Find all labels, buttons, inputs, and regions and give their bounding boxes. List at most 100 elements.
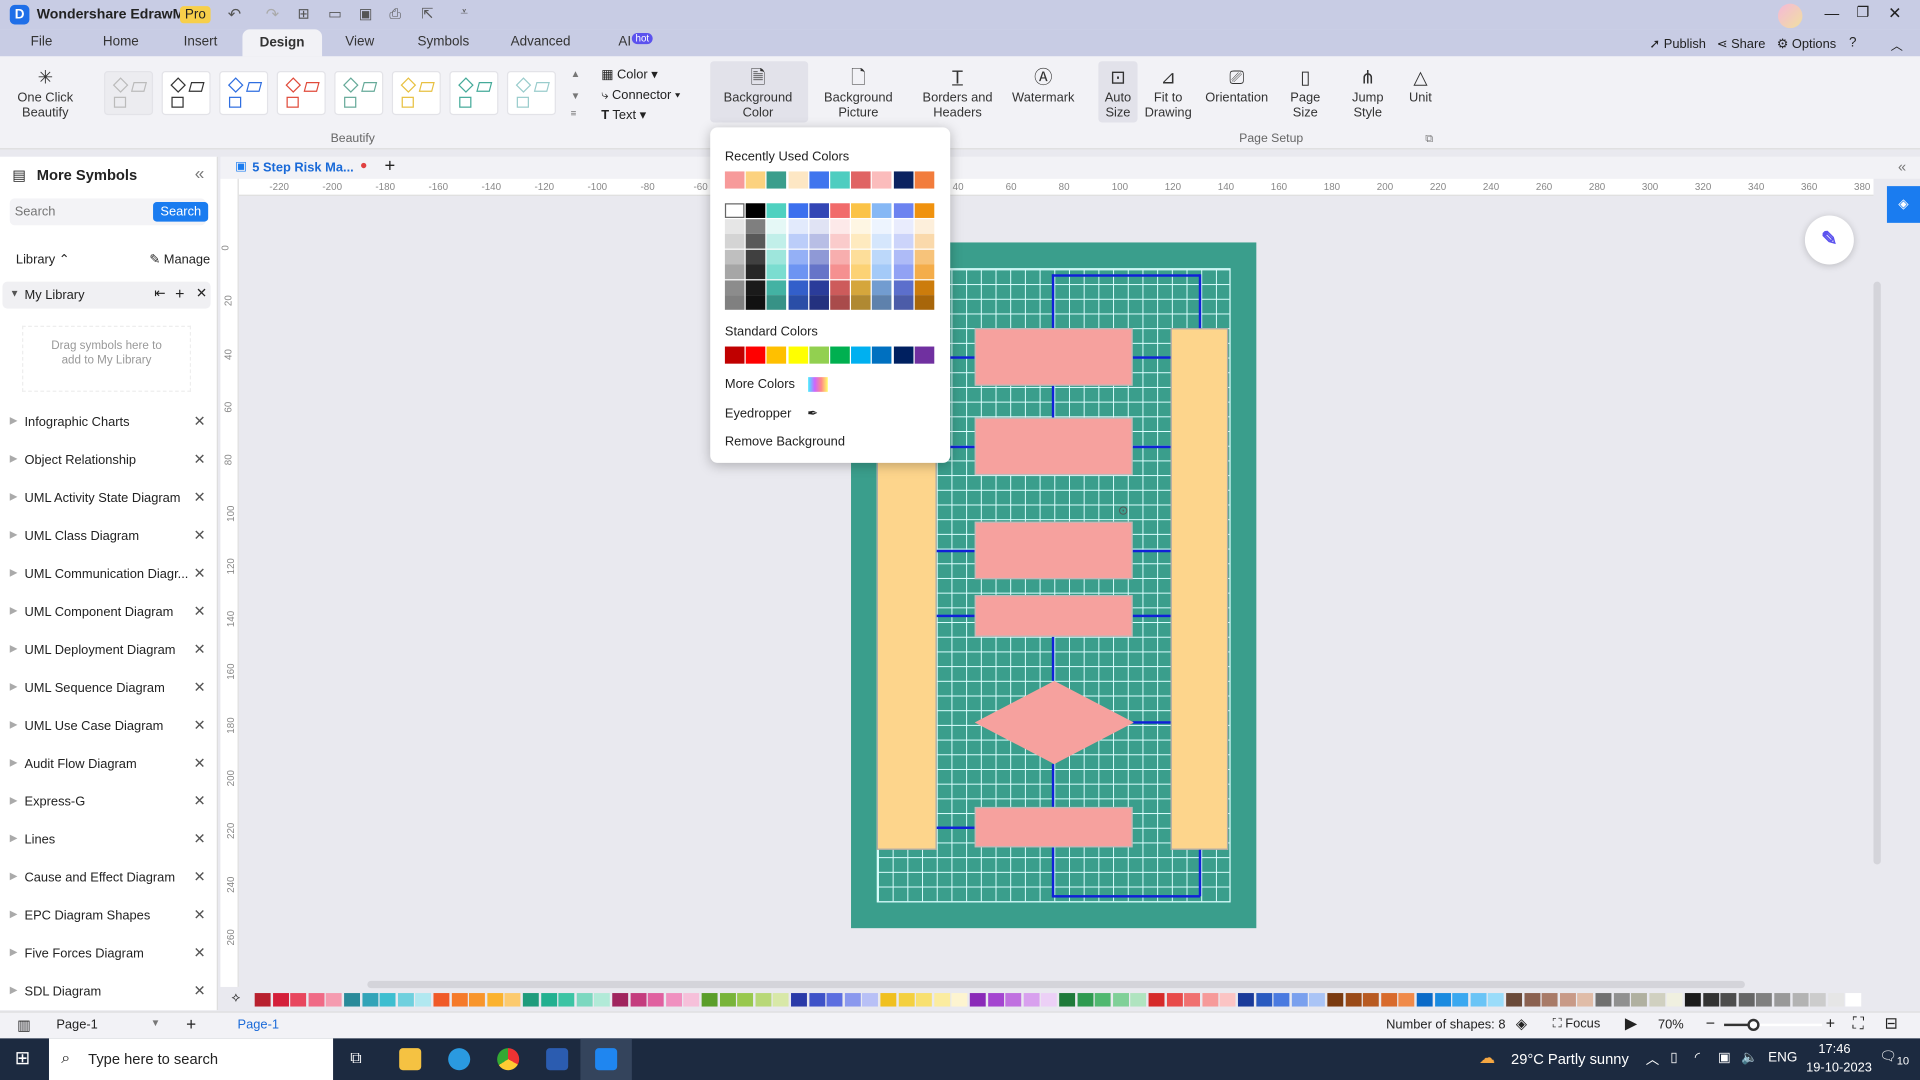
palette-color-swatch[interactable] <box>1059 993 1076 1007</box>
palette-color-swatch[interactable] <box>665 993 682 1007</box>
palette-color-swatch[interactable] <box>522 993 539 1007</box>
theme-color-swatch[interactable] <box>914 218 935 234</box>
remove-category-icon[interactable]: ✕ <box>193 602 205 619</box>
theme-color-swatch[interactable] <box>724 264 745 280</box>
palette-color-swatch[interactable] <box>1649 993 1666 1007</box>
theme-color-swatch[interactable] <box>745 279 766 295</box>
palette-color-swatch[interactable] <box>1774 993 1791 1007</box>
options-button[interactable]: ⚙ Options <box>1777 37 1836 52</box>
theme-color-swatch[interactable] <box>914 233 935 249</box>
palette-color-swatch[interactable] <box>791 993 807 1007</box>
palette-color-swatch[interactable] <box>987 993 1004 1007</box>
borders-headers-button[interactable]: T̲ Borders and Headers <box>918 66 996 120</box>
recent-color-swatch[interactable] <box>724 171 745 189</box>
palette-color-swatch[interactable] <box>683 993 700 1007</box>
palette-color-swatch[interactable] <box>1416 993 1433 1007</box>
orientation-button[interactable]: ⎚ Orientation <box>1202 66 1271 105</box>
theme-color-swatch[interactable] <box>788 218 808 234</box>
background-picture-button[interactable]: 🗋 Background Picture <box>818 66 899 120</box>
horizontal-scrollbar[interactable] <box>367 980 1745 989</box>
palette-color-swatch[interactable] <box>1559 993 1576 1007</box>
palette-color-swatch[interactable] <box>1202 993 1219 1007</box>
palette-color-swatch[interactable] <box>1434 993 1451 1007</box>
palette-color-swatch[interactable] <box>326 993 343 1007</box>
remove-category-icon[interactable]: ✕ <box>193 451 205 468</box>
connector[interactable] <box>1132 445 1171 449</box>
palette-color-swatch[interactable] <box>540 993 557 1007</box>
remove-category-icon[interactable]: ✕ <box>193 716 205 733</box>
palette-color-swatch[interactable] <box>719 993 736 1007</box>
palette-color-swatch[interactable] <box>1810 993 1826 1007</box>
theme-color-swatch[interactable] <box>830 264 850 280</box>
palette-color-swatch[interactable] <box>558 993 575 1007</box>
minimize-button[interactable]: — <box>1824 5 1839 22</box>
palette-color-swatch[interactable] <box>898 993 915 1007</box>
palette-color-swatch[interactable] <box>469 993 486 1007</box>
theme-color-swatch[interactable] <box>809 264 829 280</box>
language-indicator[interactable]: ENG <box>1768 1051 1797 1066</box>
palette-color-swatch[interactable] <box>880 993 897 1007</box>
theme-color-swatch[interactable] <box>745 249 766 264</box>
palette-color-swatch[interactable] <box>433 993 450 1007</box>
export-icon[interactable]: ⇱ <box>421 5 433 22</box>
theme-color-swatch[interactable] <box>893 233 913 249</box>
search-button[interactable]: Search <box>153 202 209 222</box>
palette-color-swatch[interactable] <box>737 993 754 1007</box>
palette-color-swatch[interactable] <box>1631 993 1648 1007</box>
process-box[interactable] <box>974 417 1133 476</box>
tray-overflow-icon[interactable]: ︿ <box>1646 1049 1659 1069</box>
rotate-handle-icon[interactable]: ⊙ <box>1118 504 1128 517</box>
play-icon[interactable]: ▶ <box>1625 1014 1637 1034</box>
palette-color-swatch[interactable] <box>1005 993 1022 1007</box>
palette-color-swatch[interactable] <box>1327 993 1344 1007</box>
standard-color-swatch[interactable] <box>872 346 892 364</box>
user-avatar[interactable] <box>1777 3 1803 29</box>
palette-color-swatch[interactable] <box>773 993 790 1007</box>
eyedropper-button[interactable]: Eyedropper ✒ <box>725 407 818 422</box>
palette-color-swatch[interactable] <box>1738 993 1755 1007</box>
my-library-row[interactable]: ▼ My Library ⇤ + ✕ <box>2 281 211 309</box>
connector[interactable] <box>1132 549 1171 553</box>
page-list-icon[interactable]: ▥ <box>17 1016 31 1033</box>
theme-color-swatch[interactable] <box>830 203 850 218</box>
zoom-select[interactable]: 70% <box>1658 1018 1684 1033</box>
remove-category-icon[interactable]: ✕ <box>193 830 205 847</box>
palette-color-swatch[interactable] <box>808 993 825 1007</box>
collapse-ribbon-icon[interactable]: ︿ <box>1891 36 1903 53</box>
theme-color-swatch[interactable] <box>914 279 935 295</box>
tab-symbols[interactable]: Symbols <box>418 34 470 49</box>
recent-color-swatch[interactable] <box>851 171 871 189</box>
more-colors-button[interactable]: More Colors <box>725 377 828 393</box>
theme-color-swatch[interactable] <box>788 233 808 249</box>
help-icon[interactable]: ? <box>1849 36 1857 51</box>
library-category-item[interactable]: ▶ UML Sequence Diagram ✕ <box>0 677 218 701</box>
theme-color-swatch[interactable] <box>767 218 787 234</box>
palette-color-swatch[interactable] <box>969 993 986 1007</box>
theme-color-swatch[interactable] <box>851 249 871 264</box>
process-box[interactable] <box>974 595 1133 637</box>
fullscreen-icon[interactable]: ⛶ <box>1853 1014 1864 1034</box>
library-category-item[interactable]: ▶ Express-G ✕ <box>0 791 218 815</box>
page-select[interactable]: Page-1 <box>56 1018 97 1033</box>
tab-home[interactable]: Home <box>103 34 139 49</box>
connector[interactable] <box>1132 356 1171 359</box>
library-category-item[interactable]: ▶ UML Class Diagram ✕ <box>0 525 218 549</box>
notification-icon[interactable]: 🗨10 <box>1880 1048 1910 1066</box>
palette-color-swatch[interactable] <box>1523 993 1540 1007</box>
palette-color-swatch[interactable] <box>844 993 861 1007</box>
edrawmax-taskbar-button[interactable] <box>580 1038 632 1080</box>
palette-color-swatch[interactable] <box>290 993 307 1007</box>
page-setup-launcher[interactable]: ⧉ <box>1425 132 1433 145</box>
theme-color-swatch[interactable] <box>893 203 913 218</box>
theme-color-swatch[interactable] <box>745 218 766 234</box>
theme-color-swatch[interactable] <box>767 295 787 310</box>
zoom-slider-handle[interactable] <box>1747 1018 1760 1032</box>
palette-color-swatch[interactable] <box>1667 993 1683 1007</box>
theme-color-swatch[interactable] <box>830 249 850 264</box>
theme-color-swatch[interactable] <box>809 279 829 295</box>
auto-size-button[interactable]: ⊡ Auto Size <box>1101 66 1135 120</box>
fit-width-icon[interactable]: ⊟ <box>1884 1014 1897 1034</box>
theme-color-swatch[interactable] <box>724 233 745 249</box>
palette-color-swatch[interactable] <box>1130 993 1147 1007</box>
standard-color-swatch[interactable] <box>767 346 787 364</box>
